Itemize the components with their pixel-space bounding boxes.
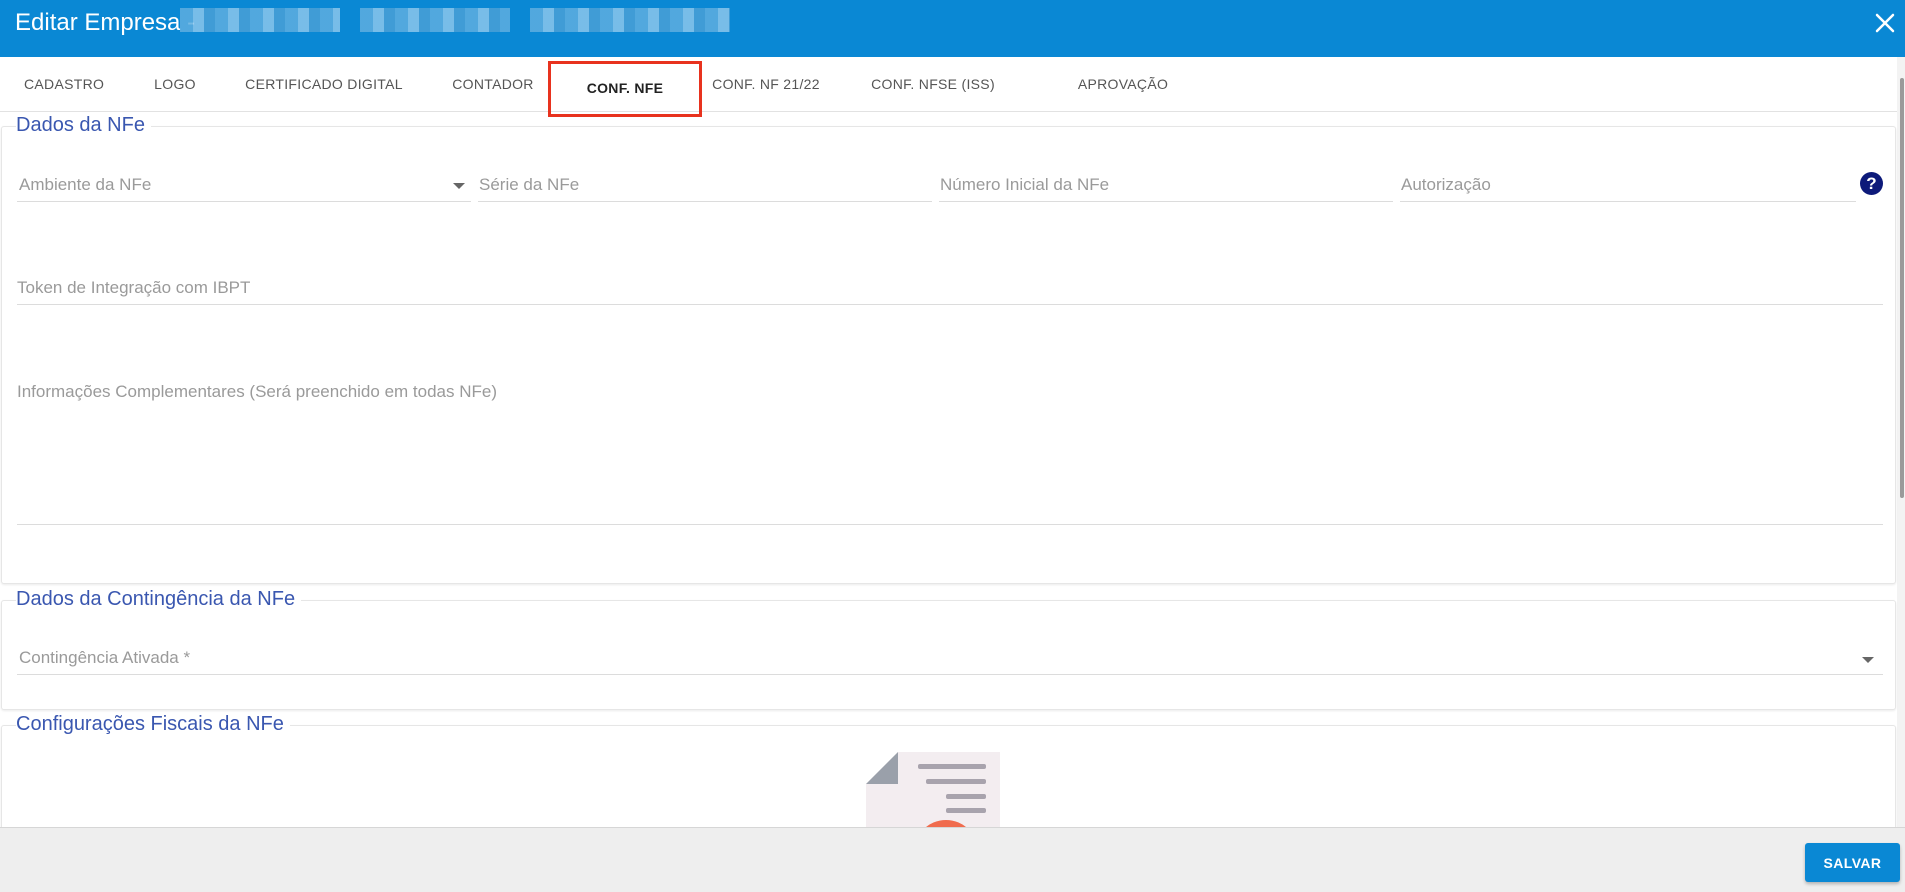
numero-inicial-nfe-input[interactable]: Número Inicial da NFe (940, 175, 1109, 195)
numero-underline (939, 201, 1393, 202)
save-button[interactable]: SALVAR (1805, 843, 1900, 882)
tab-bar: CADASTRO LOGO CERTIFICADO DIGITAL CONTAD… (0, 57, 1905, 146)
contingencia-underline (17, 674, 1883, 675)
tab-logo[interactable]: LOGO (152, 57, 198, 111)
redacted-company-name-3 (530, 8, 730, 32)
section-title-dados-nfe: Dados da NFe (16, 114, 151, 137)
close-icon[interactable] (1872, 10, 1898, 36)
dialog-footer (0, 827, 1905, 892)
tab-conf-nfse-iss[interactable]: CONF. NFSE (ISS) (870, 57, 996, 111)
dialog-title-bar: Editar Empresa - (0, 0, 1905, 57)
chevron-down-icon[interactable] (1862, 657, 1874, 663)
serie-nfe-input[interactable]: Série da NFe (479, 175, 579, 195)
section-title-contingencia: Dados da Contingência da NFe (16, 588, 302, 611)
tab-conf-nfe[interactable]: CONF. NFE (548, 61, 702, 117)
dialog-title: Editar Empresa - (15, 9, 196, 36)
autorizacao-input[interactable]: Autorização (1401, 175, 1491, 195)
informacoes-complementares-textarea[interactable]: Informações Complementares (Será preench… (17, 382, 497, 402)
tab-conf-nf-21-22[interactable]: CONF. NF 21/22 (710, 57, 822, 111)
contingencia-ativada-select[interactable]: Contingência Ativada * (19, 648, 190, 668)
empty-document-illustration (866, 752, 1000, 827)
ambiente-nfe-select[interactable]: Ambiente da NFe (19, 175, 151, 195)
serie-underline (478, 201, 932, 202)
tab-cadastro[interactable]: CADASTRO (24, 57, 104, 111)
ambiente-underline (17, 201, 471, 202)
info-underline (17, 524, 1883, 525)
autorizacao-underline (1400, 201, 1856, 202)
scrollbar-thumb[interactable] (1900, 78, 1904, 498)
tab-contador[interactable]: CONTADOR (450, 57, 536, 111)
token-underline (17, 304, 1883, 305)
token-ibpt-input[interactable]: Token de Integração com IBPT (17, 278, 250, 298)
tab-aprovacao-credito[interactable]: APROVAÇÃO CRÉDITO (1044, 57, 1202, 146)
redacted-company-name (180, 8, 340, 32)
tab-certificado-digital[interactable]: CERTIFICADO DIGITAL (245, 57, 403, 111)
section-contingencia (1, 600, 1896, 710)
chevron-down-icon[interactable] (453, 183, 465, 189)
section-title-configuracoes-fiscais: Configurações Fiscais da NFe (16, 713, 290, 736)
redacted-company-name-2 (360, 8, 510, 32)
question-circle-icon[interactable]: ? (1860, 172, 1883, 195)
